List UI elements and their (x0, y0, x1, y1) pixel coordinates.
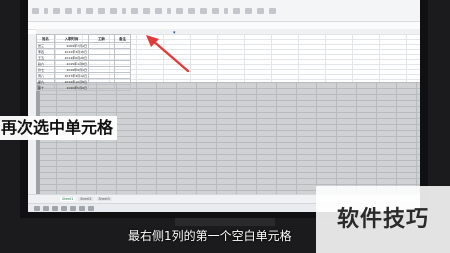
taskbar-app-icon[interactable] (79, 205, 85, 211)
ribbon-tool-icon[interactable] (86, 7, 93, 14)
ribbon-tool-icon[interactable] (167, 7, 171, 14)
header-seniority[interactable]: 工龄 (88, 34, 115, 43)
ribbon-tool-icon[interactable] (224, 7, 228, 14)
taskbar-app-icon[interactable] (52, 205, 58, 211)
ribbon-toolbar (28, 0, 420, 22)
cell-seniority[interactable] (88, 84, 115, 91)
ribbon-tool-icon[interactable] (65, 7, 72, 14)
taskbar-app-icon[interactable] (34, 205, 40, 211)
ribbon-tool-icon[interactable] (131, 7, 138, 14)
monitor-stand (175, 218, 275, 226)
sheet-tab[interactable]: Sheet2 (78, 197, 94, 201)
table-row: 郑十 2020年5月6日 (36, 84, 131, 91)
ribbon-tool-icon[interactable] (77, 7, 81, 14)
ribbon-tool-icon[interactable] (53, 7, 60, 14)
ribbon-tool-icon[interactable] (98, 7, 105, 14)
cell-note[interactable] (114, 84, 131, 91)
sheet-tab[interactable]: Sheet1 (60, 197, 76, 201)
instruction-caption: 再次选中单元格 (0, 116, 118, 140)
ribbon-tool-icon[interactable] (176, 7, 183, 14)
ribbon-tool-icon[interactable] (200, 7, 207, 14)
taskbar-app-icon[interactable] (70, 205, 76, 211)
cell-date[interactable]: 2020年5月6日 (54, 84, 89, 91)
ribbon-tool-icon[interactable] (155, 7, 162, 14)
ribbon-tool-icon[interactable] (143, 7, 150, 14)
ribbon-tool-icon[interactable] (122, 7, 126, 14)
ribbon-tool-icon[interactable] (233, 7, 240, 14)
video-subtitle: 最右侧1列的第一个空白单元格 (128, 229, 292, 243)
header-name[interactable]: 姓名 (36, 34, 55, 43)
ribbon-tool-icon[interactable] (32, 7, 39, 14)
column-cursor-icon: ▾ (173, 30, 176, 36)
ribbon-tool-icon[interactable] (188, 7, 195, 14)
data-table: 姓名 入职时间 工龄 备注 张三 2009年7月1日 李四 2012年3月15日 (36, 34, 131, 91)
table-header-row: 姓名 入职时间 工龄 备注 (36, 34, 131, 43)
header-hire-date[interactable]: 入职时间 (54, 34, 89, 43)
sheet-tab[interactable]: Sheet3 (96, 197, 112, 201)
spreadsheet-window: 姓名 入职时间 工龄 备注 张三 2009年7月1日 李四 2012年3月15日 (28, 0, 420, 212)
taskbar-app-icon[interactable] (61, 205, 67, 211)
ribbon-tool-icon[interactable] (257, 7, 264, 14)
ribbon-tool-icon[interactable] (44, 7, 48, 14)
taskbar-app-icon[interactable] (43, 205, 49, 211)
cell-name[interactable]: 郑十 (36, 84, 55, 91)
ribbon-tool-icon[interactable] (212, 7, 219, 14)
ribbon-tool-icon[interactable] (110, 7, 117, 14)
ribbon-tool-icon[interactable] (269, 7, 276, 14)
ribbon-tool-icon[interactable] (245, 7, 252, 14)
taskbar-app-icon[interactable] (88, 205, 94, 211)
header-note[interactable]: 备注 (114, 34, 131, 43)
